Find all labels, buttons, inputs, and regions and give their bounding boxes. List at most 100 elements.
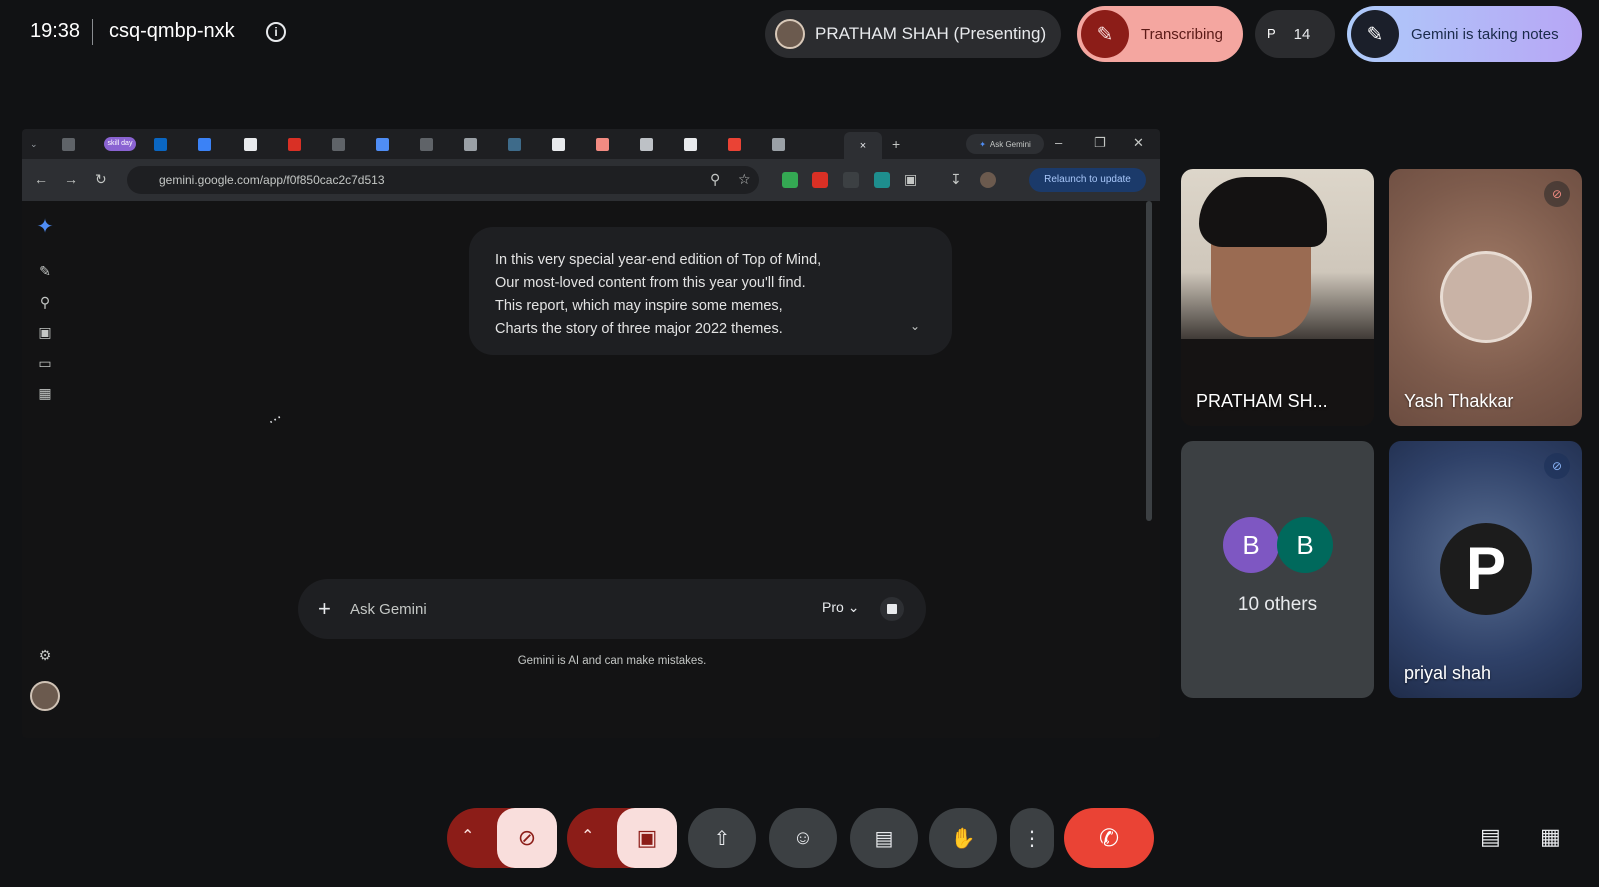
- new-chat-icon[interactable]: ✎: [37, 263, 53, 279]
- emoji-reaction-button[interactable]: ☺: [769, 808, 837, 868]
- message-line: In this very special year-end edition of…: [495, 252, 822, 268]
- prompt-bar: + Pro ⌄: [298, 579, 926, 639]
- meeting-code: csq-qmbp-nxk: [109, 20, 235, 42]
- bookmark-star-icon[interactable]: ☆: [738, 171, 751, 188]
- model-label: Pro: [822, 599, 844, 615]
- relaunch-button[interactable]: Relaunch to update: [1029, 168, 1146, 192]
- minimize-icon[interactable]: –: [1055, 135, 1062, 150]
- close-icon[interactable]: ✕: [1133, 135, 1144, 151]
- tab-active[interactable]: ×: [844, 132, 882, 159]
- participants-avatar-stack: P: [1267, 26, 1276, 41]
- expand-chevron-icon[interactable]: ⌄: [910, 319, 920, 333]
- tab[interactable]: [596, 135, 609, 153]
- back-icon[interactable]: ←: [34, 171, 48, 187]
- extensions-puzzle-icon[interactable]: ▣: [904, 171, 917, 188]
- participant-tile-yash[interactable]: ⊘ Yash Thakkar: [1389, 169, 1582, 426]
- stop-button[interactable]: [880, 597, 904, 621]
- video-feed: [1181, 339, 1374, 426]
- transcribing-chip[interactable]: ✎ Transcribing: [1077, 6, 1243, 62]
- profile-avatar[interactable]: [980, 172, 996, 188]
- participant-count: 14: [1293, 25, 1311, 43]
- tab[interactable]: [154, 135, 167, 153]
- extension-icon[interactable]: [843, 172, 859, 188]
- tab[interactable]: [464, 135, 477, 153]
- clock: 19:38: [30, 20, 81, 42]
- more-options-button[interactable]: ⋮: [1010, 808, 1054, 868]
- tab[interactable]: [728, 135, 741, 153]
- browser-tab-strip: ⌄ skill day × + ✦ Ask Gemini – ❐ ✕: [22, 129, 1160, 159]
- tab[interactable]: [640, 135, 653, 153]
- participant-avatar: B: [1223, 517, 1279, 573]
- apps-icon[interactable]: ▦: [37, 385, 53, 401]
- tab[interactable]: [684, 135, 697, 153]
- mic-off-button[interactable]: ⊘: [497, 808, 557, 868]
- tab[interactable]: [552, 135, 565, 153]
- search-icon[interactable]: ⚲: [37, 294, 53, 310]
- presenter-avatar: [775, 19, 805, 49]
- participant-tile-others[interactable]: B B 10 others: [1181, 441, 1374, 698]
- new-tab-icon[interactable]: +: [892, 135, 900, 153]
- activities-grid-icon[interactable]: ▦: [1540, 824, 1568, 852]
- tab[interactable]: [198, 135, 211, 153]
- raise-hand-button[interactable]: ✋: [929, 808, 997, 868]
- gallery-icon[interactable]: ▣: [37, 324, 53, 340]
- message-line: This report, which may inspire some meme…: [495, 298, 783, 314]
- gemini-sidebar: ✦ ✎ ⚲ ▣ ▭ ▦ ⚙: [22, 201, 68, 738]
- extension-icon[interactable]: [782, 172, 798, 188]
- participant-name: PRATHAM SH...: [1196, 391, 1328, 411]
- url-field[interactable]: gemini.google.com/app/f0f850cac2c7d513: [127, 166, 759, 194]
- model-selector[interactable]: Pro ⌄: [822, 599, 859, 616]
- tab[interactable]: [288, 135, 301, 153]
- scrollbar[interactable]: [1146, 201, 1152, 521]
- prompt-input[interactable]: [350, 596, 750, 622]
- restore-icon[interactable]: ❐: [1094, 135, 1106, 151]
- leave-call-button[interactable]: ✆: [1064, 808, 1154, 868]
- presenter-label: PRATHAM SHAH (Presenting): [815, 24, 1047, 43]
- present-screen-button[interactable]: ⇧: [688, 808, 756, 868]
- add-attachment-icon[interactable]: +: [318, 596, 331, 622]
- gemini-notes-label: Gemini is taking notes: [1411, 25, 1559, 43]
- sparkle-icon: ✦: [979, 139, 986, 149]
- download-icon[interactable]: ↧: [950, 171, 962, 188]
- transcribing-label: Transcribing: [1141, 25, 1223, 43]
- captions-button[interactable]: ▤: [850, 808, 918, 868]
- zoom-icon[interactable]: ⚲: [710, 171, 720, 188]
- participant-name: Yash Thakkar: [1404, 391, 1514, 411]
- tab[interactable]: [244, 135, 257, 153]
- extension-icon[interactable]: [812, 172, 828, 188]
- tab[interactable]: [420, 135, 433, 153]
- video-feed: [1199, 177, 1327, 247]
- library-icon[interactable]: ▭: [37, 355, 53, 371]
- gemini-notes-chip[interactable]: ✎ Gemini is taking notes: [1347, 6, 1582, 62]
- user-avatar[interactable]: [30, 681, 60, 711]
- settings-gear-icon[interactable]: ⚙: [37, 647, 53, 663]
- reload-icon[interactable]: ↻: [95, 171, 107, 188]
- transcript-icon: ✎: [1081, 10, 1129, 58]
- user-message-bubble: In this very special year-end edition of…: [469, 227, 952, 355]
- participant-tile-priyal[interactable]: P ⊘ priyal shah: [1389, 441, 1582, 698]
- participants-chip[interactable]: P 14: [1255, 10, 1335, 58]
- camera-off-button[interactable]: ▣: [617, 808, 677, 868]
- video-settings-chevron-icon[interactable]: ⌃: [581, 826, 594, 846]
- participant-avatar: P: [1440, 523, 1532, 615]
- forward-icon[interactable]: →: [64, 171, 78, 187]
- tab[interactable]: [376, 135, 389, 153]
- audio-settings-chevron-icon[interactable]: ⌃: [461, 826, 474, 846]
- loading-spinner-icon: ⋯: [264, 408, 285, 430]
- tab-search-icon[interactable]: ⌄: [30, 135, 38, 153]
- chevron-down-icon: ⌄: [847, 599, 860, 615]
- extension-icon[interactable]: [874, 172, 890, 188]
- info-icon[interactable]: i: [266, 22, 286, 42]
- participant-tile-pratham[interactable]: PRATHAM SH...: [1181, 169, 1374, 426]
- tab-group-skill-day[interactable]: skill day: [104, 137, 136, 151]
- tab[interactable]: [508, 135, 521, 153]
- tab[interactable]: [62, 135, 75, 153]
- tab[interactable]: [772, 135, 785, 153]
- ask-gemini-button[interactable]: ✦ Ask Gemini: [966, 134, 1044, 154]
- gemini-logo-icon[interactable]: ✦: [35, 217, 55, 237]
- tab[interactable]: [332, 135, 345, 153]
- chat-icon[interactable]: ▤: [1480, 824, 1508, 852]
- shared-screen: ⌄ skill day × + ✦ Ask Gemini – ❐ ✕ ← → ↻ …: [22, 129, 1160, 738]
- participant-avatar: [1440, 251, 1532, 343]
- presenter-chip[interactable]: PRATHAM SHAH (Presenting): [765, 10, 1061, 58]
